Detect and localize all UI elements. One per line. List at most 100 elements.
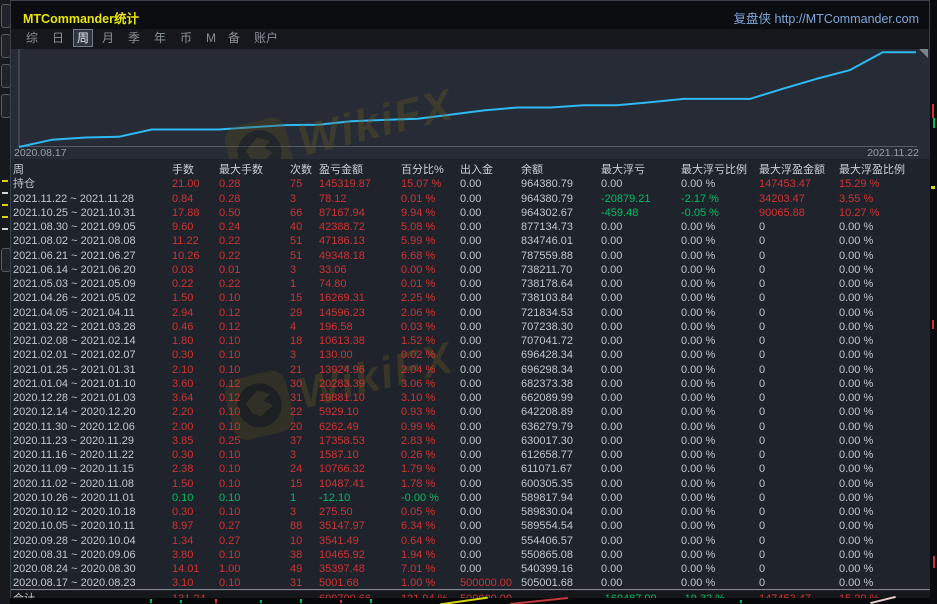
menu-item-account[interactable]: 账户 — [251, 30, 281, 46]
table-cell: 589554.54 — [521, 519, 573, 533]
table-cell: 0.00 % — [839, 334, 873, 348]
table-cell: 9.60 — [172, 220, 193, 234]
table-cell: 42388.72 — [319, 220, 365, 234]
table-cell: 600305.35 — [521, 477, 573, 491]
table-cell: 持仓 — [13, 177, 35, 191]
menu-item-summary[interactable]: 综 — [23, 30, 41, 46]
menu-item-m[interactable]: M — [203, 30, 219, 46]
table-cell: 74.80 — [319, 277, 347, 291]
table-cell: 696428.34 — [521, 348, 573, 362]
column-header: 最大浮亏 — [601, 163, 645, 177]
window-title: MTCommander统计 — [23, 8, 139, 27]
equity-chart[interactable]: 2020.08.17 2021.11.22 WikiFX — [11, 49, 931, 159]
table-cell: 0.25 — [219, 434, 240, 448]
table-row[interactable]: 2021.08.02 ~ 2021.08.0811.220.225147186.… — [11, 234, 931, 248]
table-cell: 0.10 — [219, 505, 240, 519]
table-row[interactable]: 2020.08.31 ~ 2020.09.063.800.103810465.9… — [11, 548, 931, 562]
chart-end-date: 2021.11.22 — [867, 147, 919, 159]
table-cell: 0.00 — [460, 377, 481, 391]
table-row[interactable]: 2020.11.23 ~ 2020.11.293.850.253717358.5… — [11, 434, 931, 448]
table-cell: 0.00 — [460, 448, 481, 462]
table-cell: 19881.10 — [319, 391, 365, 405]
menu-item-week[interactable]: 周 — [73, 29, 93, 47]
table-row[interactable]: 2021.08.30 ~ 2021.09.059.600.244042388.7… — [11, 220, 931, 234]
table-cell: 33.06 — [319, 263, 347, 277]
table-cell: 0.00 % — [681, 505, 715, 519]
menu-item-currency[interactable]: 币 — [177, 30, 195, 46]
menu-item-quarter[interactable]: 季 — [125, 30, 143, 46]
table-cell: 0.05 % — [401, 505, 435, 519]
table-cell: 2.00 — [172, 420, 193, 434]
table-cell: 37 — [290, 434, 302, 448]
table-cell: 1.80 — [172, 334, 193, 348]
table-cell: 0.00 % — [681, 291, 715, 305]
menu-item-day[interactable]: 日 — [49, 30, 67, 46]
screen: MTCommander统计 复盘侠 http://MTCommander.com… — [0, 0, 937, 604]
table-row[interactable]: 2020.11.09 ~ 2020.11.152.380.102410766.3… — [11, 462, 931, 476]
table-row[interactable]: 2020.11.02 ~ 2020.11.081.500.101510487.4… — [11, 477, 931, 491]
table-cell: 5.99 % — [401, 234, 435, 248]
table-row[interactable]: 2021.10.25 ~ 2021.10.3117.880.506687167.… — [11, 206, 931, 220]
table-row[interactable]: 2020.10.12 ~ 2020.10.180.300.103275.500.… — [11, 505, 931, 519]
table-cell: 0.00 — [460, 177, 481, 191]
table-row[interactable]: 2020.11.30 ~ 2020.12.062.000.10206262.49… — [11, 420, 931, 434]
table-row[interactable]: 2021.06.14 ~ 2021.06.200.030.01333.060.0… — [11, 263, 931, 277]
table-row[interactable]: 2021.05.03 ~ 2021.05.090.220.22174.800.0… — [11, 277, 931, 291]
table-cell: 3.06 % — [401, 377, 435, 391]
table-cell: 0.00 % — [839, 306, 873, 320]
table-cell: 47186.13 — [319, 234, 365, 248]
table-cell: 0.00 % — [681, 334, 715, 348]
table-cell: 6.34 % — [401, 519, 435, 533]
table-row[interactable]: 2021.01.25 ~ 2021.01.312.100.102113924.9… — [11, 363, 931, 377]
table-cell: 0.10 — [219, 462, 240, 476]
table-cell: 2.06 % — [401, 306, 435, 320]
table-cell: 2.04 % — [401, 363, 435, 377]
table-cell: 0.12 — [219, 391, 240, 405]
table-cell: 0 — [759, 519, 765, 533]
table-row[interactable]: 2021.02.08 ~ 2021.02.141.800.101810613.3… — [11, 334, 931, 348]
table-row[interactable]: 2020.10.05 ~ 2020.10.118.970.278835147.9… — [11, 519, 931, 533]
table-cell: 0.10 — [219, 477, 240, 491]
table-row[interactable]: 持仓21.000.2875145319.8715.07 %0.00964380.… — [11, 177, 931, 191]
table-row[interactable]: 2020.08.24 ~ 2020.08.3014.011.004935397.… — [11, 562, 931, 576]
table-cell: -0.05 % — [681, 206, 719, 220]
table-row[interactable]: 2021.04.26 ~ 2021.05.021.500.101516269.3… — [11, 291, 931, 305]
table-cell: 0.10 — [219, 334, 240, 348]
column-header: 最大浮盈比例 — [839, 163, 905, 177]
table-row[interactable]: 2021.04.05 ~ 2021.04.112.940.122914596.2… — [11, 306, 931, 320]
table-row[interactable]: 2021.03.22 ~ 2021.03.280.460.124196.580.… — [11, 320, 931, 334]
table-cell: 0.10 — [219, 291, 240, 305]
menu-item-year[interactable]: 年 — [151, 30, 169, 46]
table-cell: 0.00 % — [681, 249, 715, 263]
table-cell: 0.64 % — [401, 534, 435, 548]
table-cell: 2.25 % — [401, 291, 435, 305]
table-cell: 1 — [290, 277, 296, 291]
brand-link[interactable]: 复盘侠 http://MTCommander.com — [734, 8, 919, 27]
table-row[interactable]: 2021.02.01 ~ 2021.02.070.300.103130.000.… — [11, 348, 931, 362]
table-row[interactable]: 2021.11.22 ~ 2021.11.280.840.28378.120.0… — [11, 192, 931, 206]
table-row[interactable]: 2020.10.26 ~ 2020.11.010.100.101-12.10-0… — [11, 491, 931, 505]
table-cell: 3.64 — [172, 391, 193, 405]
background-app-bottom-edge — [10, 598, 930, 604]
table-cell: 721834.53 — [521, 306, 573, 320]
table-row[interactable]: 2021.06.21 ~ 2021.06.2710.260.225149348.… — [11, 249, 931, 263]
table-row[interactable]: 2020.11.16 ~ 2020.11.220.300.1031587.100… — [11, 448, 931, 462]
table-cell: 13924.96 — [319, 363, 365, 377]
table-cell: 0.00 — [601, 434, 622, 448]
table-cell: 0.00 — [460, 206, 481, 220]
table-cell: 0.00 — [460, 405, 481, 419]
table-cell: 0.50 — [219, 206, 240, 220]
table-cell: 0.00 % — [839, 348, 873, 362]
table-cell: 0.00 — [601, 491, 622, 505]
menu-item-note[interactable]: 备 — [225, 30, 243, 46]
table-cell: 6.68 % — [401, 249, 435, 263]
table-cell: 0.00 — [460, 420, 481, 434]
table-row[interactable]: 2020.12.28 ~ 2021.01.033.640.123119881.1… — [11, 391, 931, 405]
column-header: 次数 — [290, 163, 312, 177]
table-cell: 554406.57 — [521, 534, 573, 548]
menu-item-month[interactable]: 月 — [99, 30, 117, 46]
table-row[interactable]: 2020.12.14 ~ 2020.12.202.200.10225929.10… — [11, 405, 931, 419]
table-row[interactable]: 2021.01.04 ~ 2021.01.103.600.123020283.3… — [11, 377, 931, 391]
table-cell: 31 — [290, 391, 302, 405]
table-row[interactable]: 2020.09.28 ~ 2020.10.041.340.27103541.49… — [11, 534, 931, 548]
